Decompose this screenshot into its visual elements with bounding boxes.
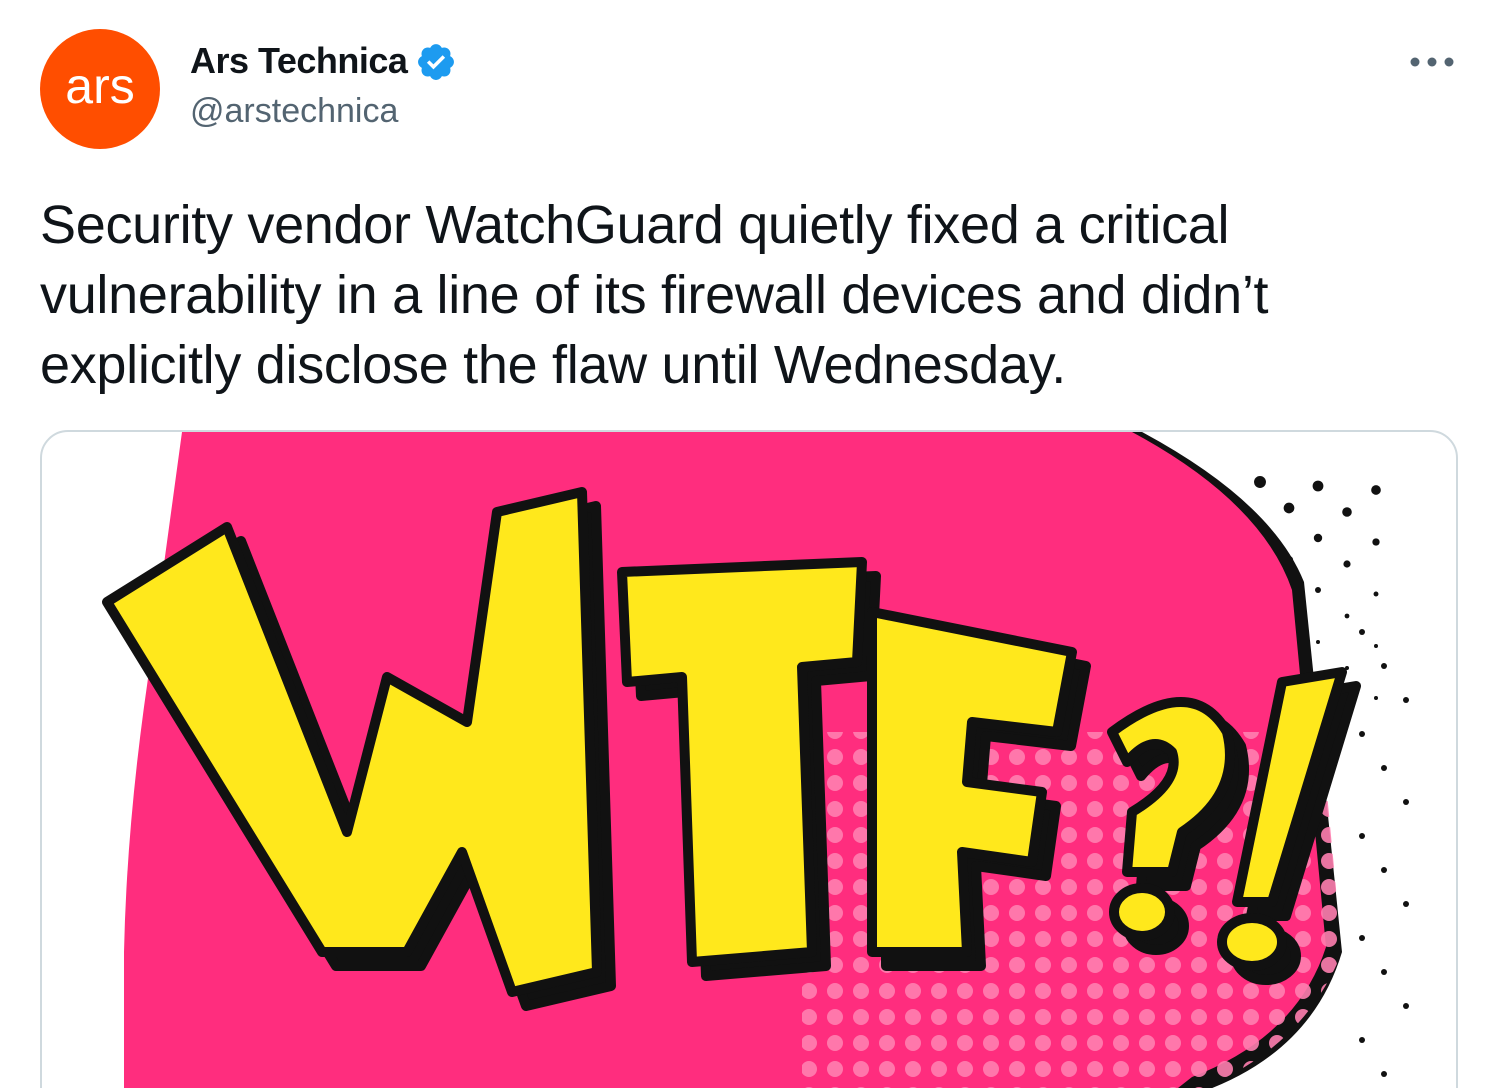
tweet-media-image[interactable] (40, 430, 1458, 1088)
halftone-dot (1344, 613, 1350, 619)
halftone-dot (1373, 591, 1379, 597)
halftone-dot (1381, 1071, 1387, 1077)
verified-badge-icon (418, 44, 455, 80)
halftone-dot (1359, 731, 1365, 737)
halftone-dot (1315, 587, 1321, 593)
halftone-dot (1359, 629, 1365, 635)
halftone-dot (1403, 799, 1409, 805)
halftone-dot (1381, 867, 1387, 873)
halftone-dot (1381, 663, 1387, 669)
halftone-dot (1254, 476, 1266, 488)
halftone-dot (1403, 1003, 1409, 1009)
halftone-dot (1283, 502, 1295, 514)
halftone-dot (1403, 697, 1409, 703)
author-block: Ars Technica @arstechnica (190, 38, 457, 131)
halftone-dot (1343, 560, 1351, 568)
halftone-dot (1359, 833, 1365, 839)
halftone-dot (1359, 1037, 1365, 1043)
halftone-dot (1372, 538, 1380, 546)
halftone-dot (1374, 696, 1378, 700)
avatar[interactable]: ars (40, 29, 160, 149)
halftone-dot (1374, 644, 1378, 648)
name-row: Ars Technica (190, 38, 457, 84)
avatar-logo-text: ars (65, 58, 135, 114)
halftone-dot (1342, 507, 1352, 517)
tweet: ars Ars Technica @arstechnica Security v… (0, 0, 1500, 1088)
handle[interactable]: @arstechnica (190, 92, 457, 131)
display-name[interactable]: Ars Technica (190, 40, 408, 82)
more-options-button[interactable] (1404, 44, 1460, 80)
halftone-dot (1371, 485, 1381, 495)
halftone-dot (1403, 901, 1409, 907)
halftone-dot (1313, 533, 1323, 543)
halftone-dots-lower (1359, 629, 1409, 1077)
halftone-dot (1359, 935, 1365, 941)
tweet-text: Security vendor WatchGuard quietly fixed… (40, 195, 1269, 395)
wtf-comic-illustration (102, 432, 1409, 1088)
halftone-dot (1381, 969, 1387, 975)
halftone-dot (1316, 640, 1320, 644)
halftone-dot (1381, 765, 1387, 771)
halftone-dot (1312, 480, 1324, 492)
more-options-icon (1410, 57, 1454, 67)
